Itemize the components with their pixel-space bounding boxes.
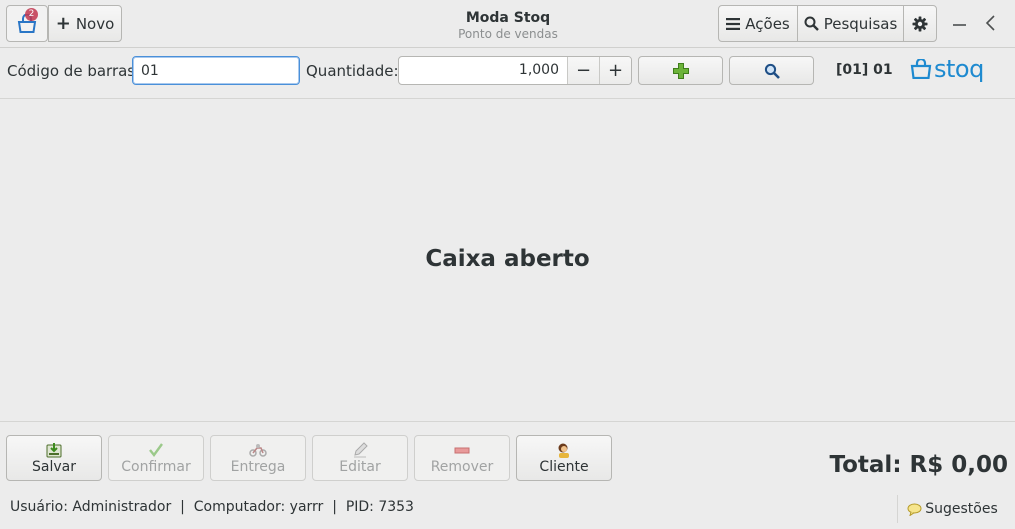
magnifier-icon bbox=[764, 63, 780, 79]
status-bar: Usuário: Administrador | Computador: yar… bbox=[10, 499, 414, 515]
suggestions-button[interactable]: Sugestões bbox=[897, 495, 1007, 523]
delivery-label: Entrega bbox=[230, 459, 286, 475]
plus-icon: + bbox=[55, 12, 71, 34]
remove-button[interactable]: Remover bbox=[414, 435, 510, 481]
window-subtitle: Ponto de vendas bbox=[458, 27, 558, 41]
total-label: Total: R$ 0,00 bbox=[829, 452, 1008, 478]
edit-label: Editar bbox=[339, 459, 381, 475]
bag-logo-icon bbox=[910, 59, 932, 79]
search-item-button[interactable] bbox=[729, 56, 814, 85]
cash-register-status: Caixa aberto bbox=[425, 246, 590, 272]
quantity-label: Quantidade: bbox=[306, 62, 399, 80]
client-label: Cliente bbox=[539, 459, 589, 475]
barcode-label: Código de barras: bbox=[7, 62, 141, 80]
remove-label: Remover bbox=[430, 459, 494, 475]
green-plus-icon bbox=[672, 62, 689, 79]
suggestions-label: Sugestões bbox=[925, 501, 998, 517]
new-button-label: Novo bbox=[75, 14, 115, 33]
actions-label: Ações bbox=[745, 14, 790, 33]
checkmark-icon bbox=[148, 441, 164, 458]
actions-button[interactable]: Ações bbox=[718, 5, 798, 42]
delivery-button[interactable]: Entrega bbox=[210, 435, 306, 481]
notification-badge: 2 bbox=[25, 7, 38, 21]
quantity-increment-button[interactable]: + bbox=[599, 57, 631, 84]
sale-items-area: Caixa aberto bbox=[0, 100, 1015, 422]
gear-icon bbox=[912, 16, 928, 32]
edit-button[interactable]: Editar bbox=[312, 435, 408, 481]
minus-icon bbox=[454, 441, 470, 458]
back-button[interactable] bbox=[980, 12, 1002, 34]
motorcycle-icon bbox=[249, 441, 267, 458]
header-bar: 2 + Novo Moda Stoq Ponto de vendas Ações… bbox=[0, 0, 1015, 48]
client-button[interactable]: Cliente bbox=[516, 435, 612, 481]
quantity-value[interactable]: 1,000 bbox=[399, 57, 567, 84]
save-icon bbox=[46, 441, 62, 458]
add-item-button[interactable] bbox=[638, 56, 723, 85]
stoq-logo: stoq bbox=[910, 55, 984, 83]
barcode-input[interactable] bbox=[132, 56, 300, 85]
chevron-left-icon bbox=[985, 15, 997, 31]
quantity-stepper[interactable]: 1,000 − + bbox=[398, 56, 632, 85]
searches-label: Pesquisas bbox=[823, 14, 898, 33]
item-entry-toolbar: Código de barras: Quantidade: 1,000 − + … bbox=[0, 49, 1015, 99]
stoq-logo-text: stoq bbox=[934, 55, 984, 83]
searches-button[interactable]: Pesquisas bbox=[797, 5, 904, 42]
quantity-decrement-button[interactable]: − bbox=[567, 57, 599, 84]
pencil-icon bbox=[352, 441, 368, 458]
new-button[interactable]: + Novo bbox=[48, 5, 122, 42]
speech-bubble-icon bbox=[907, 503, 922, 516]
app-menu-button[interactable]: 2 bbox=[6, 5, 48, 42]
minimize-button[interactable] bbox=[948, 12, 970, 34]
shopping-bag-icon: 2 bbox=[16, 7, 38, 34]
confirm-button[interactable]: Confirmar bbox=[108, 435, 204, 481]
settings-button[interactable] bbox=[903, 5, 937, 42]
station-label: [01] 01 bbox=[836, 62, 893, 78]
confirm-label: Confirmar bbox=[121, 459, 191, 475]
window-title: Moda Stoq bbox=[465, 10, 551, 26]
save-label: Salvar bbox=[32, 459, 76, 475]
minimize-icon bbox=[952, 23, 966, 26]
client-icon bbox=[556, 441, 572, 458]
search-icon bbox=[804, 16, 819, 31]
menu-icon bbox=[726, 17, 741, 30]
save-button[interactable]: Salvar bbox=[6, 435, 102, 481]
title-box: Moda Stoq Ponto de vendas bbox=[408, 9, 608, 41]
